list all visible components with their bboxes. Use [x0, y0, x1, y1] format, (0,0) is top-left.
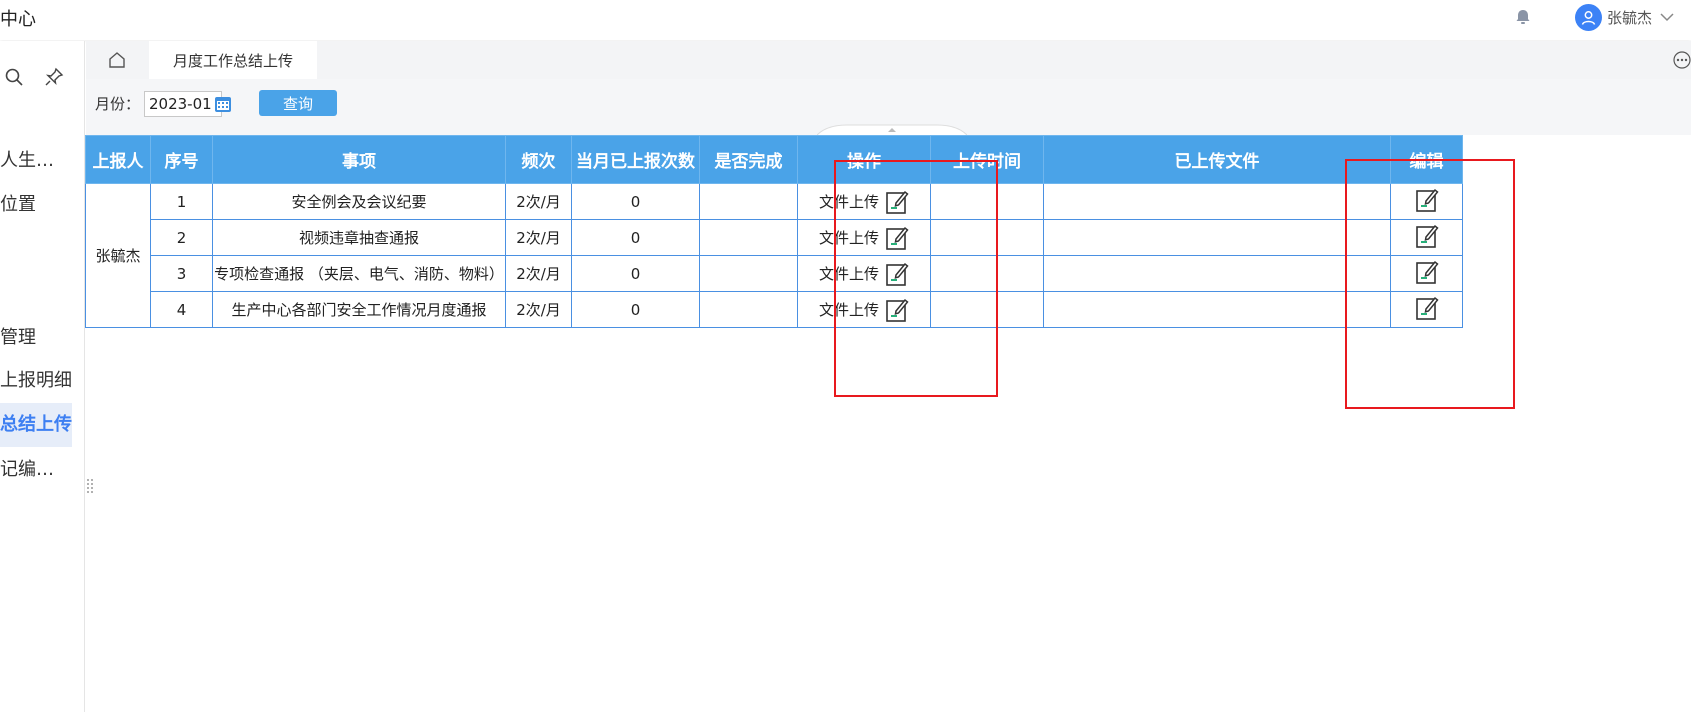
row-number: 3 [150, 255, 213, 292]
col-header-completed[interactable]: 是否完成 [699, 135, 798, 184]
calendar-button[interactable] [212, 91, 234, 117]
row-frequency: 2次/月 [505, 255, 572, 292]
col-header-reported-count[interactable]: 当月已上报次数 [571, 135, 700, 184]
calendar-icon [215, 97, 231, 112]
sidebar-item-active[interactable]: 总结上传 [0, 403, 72, 447]
sidebar-item-3[interactable]: 管理 [0, 316, 72, 360]
row-frequency: 2次/月 [505, 183, 572, 220]
table-header-row: 上报人 序号 事项 频次 当月已上报次数 是否完成 操作 上传时间 已上传文件 … [85, 135, 1463, 184]
table-row: 4 生产中心各部门安全工作情况月度通报 2次/月 0 文件上传 [86, 291, 1463, 328]
query-button[interactable]: 查询 [259, 90, 337, 116]
user-avatar-icon [1575, 3, 1602, 31]
sidebar-item-2[interactable]: 位置 [0, 183, 72, 227]
sidebar-item-1[interactable]: 人生… [0, 139, 72, 183]
annotation-box-operation [834, 160, 998, 397]
row-files [1043, 219, 1391, 256]
user-name: 张毓杰 [1607, 8, 1653, 27]
col-header-uploaded-files[interactable]: 已上传文件 [1043, 135, 1391, 184]
col-header-frequency[interactable]: 频次 [505, 135, 572, 184]
row-files [1043, 255, 1391, 292]
month-label: 月份： [95, 95, 141, 113]
drag-handle-icon[interactable] [86, 478, 94, 496]
app-title: 中心 [0, 9, 36, 30]
sidebar-tools [4, 67, 64, 87]
bell-icon[interactable] [1513, 7, 1533, 27]
row-frequency: 2次/月 [505, 219, 572, 256]
row-done [699, 255, 798, 292]
tab-home[interactable] [86, 41, 148, 79]
reporter-cell: 张毓杰 [85, 183, 151, 328]
table-row: 张毓杰 1 安全例会及会议纪要 2次/月 0 文件上传 [85, 183, 1463, 328]
row-done [699, 183, 798, 220]
row-item: 视频违章抽查通报 [212, 219, 506, 256]
report-table: 上报人 序号 事项 频次 当月已上报次数 是否完成 操作 上传时间 已上传文件 … [85, 135, 1463, 328]
search-icon[interactable] [4, 67, 24, 87]
sidebar-item-4[interactable]: 上报明细 [0, 359, 72, 403]
row-number: 4 [150, 291, 213, 328]
row-count: 0 [571, 183, 700, 220]
user-menu[interactable]: 张毓杰 [1575, 2, 1674, 32]
row-count: 0 [571, 219, 700, 256]
sidebar: 人生… 位置 管理 上报明细 总结上传 记编… [0, 41, 85, 712]
col-header-number[interactable]: 序号 [150, 135, 213, 184]
row-files [1043, 291, 1391, 328]
top-bar: 中心 张毓杰 [0, 0, 1691, 40]
more-icon[interactable] [1673, 51, 1691, 69]
chevron-down-icon [1660, 13, 1674, 22]
tab-monthly-summary-upload[interactable]: 月度工作总结上传 [149, 41, 317, 79]
row-item: 专项检查通报 （夹层、电气、消防、物料） [212, 255, 506, 292]
row-number: 1 [150, 183, 213, 220]
col-header-item[interactable]: 事项 [212, 135, 506, 184]
pin-icon[interactable] [44, 67, 64, 87]
sidebar-item-6[interactable]: 记编… [0, 448, 72, 492]
row-item: 安全例会及会议纪要 [212, 183, 506, 220]
col-header-reporter[interactable]: 上报人 [85, 135, 151, 184]
tab-bar: 月度工作总结上传 [86, 41, 1691, 79]
collapse-handle-icon[interactable] [817, 122, 967, 136]
row-number: 2 [150, 219, 213, 256]
home-icon [109, 52, 125, 68]
month-input[interactable]: 2023-01 [144, 91, 222, 117]
table-row: 3 专项检查通报 （夹层、电气、消防、物料） 2次/月 0 文件上传 [86, 255, 1463, 292]
row-count: 0 [571, 255, 700, 292]
row-item: 生产中心各部门安全工作情况月度通报 [212, 291, 506, 328]
annotation-box-edit [1345, 159, 1515, 409]
row-files [1043, 183, 1391, 220]
table-row: 2 视频违章抽查通报 2次/月 0 文件上传 [86, 219, 1463, 256]
row-done [699, 219, 798, 256]
row-done [699, 291, 798, 328]
row-count: 0 [571, 291, 700, 328]
row-frequency: 2次/月 [505, 291, 572, 328]
